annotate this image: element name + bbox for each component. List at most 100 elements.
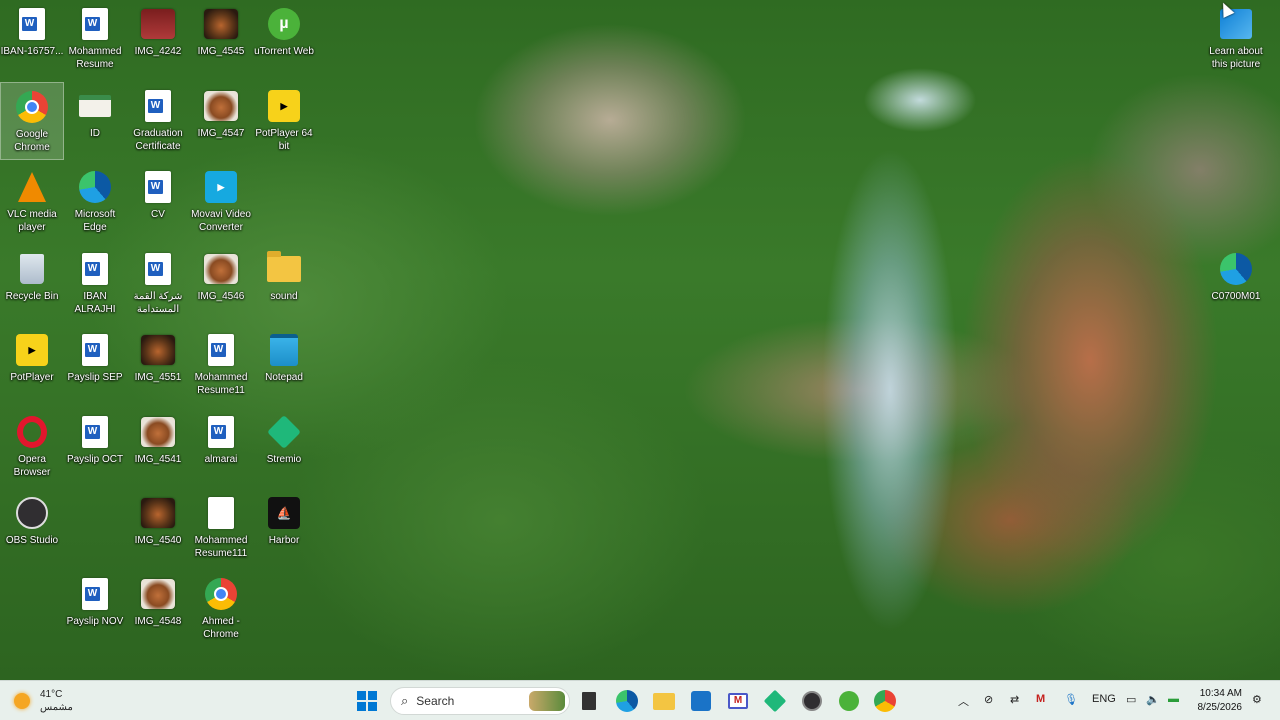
desktop-icon-obs-studio[interactable]: OBS Studio	[0, 489, 64, 567]
desktop-icon-stremio[interactable]: Stremio	[252, 408, 316, 486]
notification-center-icon[interactable]: ⚙	[1252, 693, 1262, 706]
taskbar-search-box[interactable]: ⌕ Search	[390, 687, 570, 715]
icon-label: Payslip SEP	[67, 372, 123, 383]
start-button[interactable]	[351, 685, 383, 717]
mail-tray-icon[interactable]: M	[1036, 693, 1045, 705]
volume-icon[interactable]: 🔈	[1146, 693, 1160, 706]
photo-thumbnail-icon	[140, 6, 176, 42]
icon-label: IMG_4541	[134, 454, 182, 465]
taskbar-stremio-button[interactable]	[759, 685, 791, 717]
icon-label: Notepad	[265, 372, 303, 383]
desktop-icon-c0700m01[interactable]: C0700M01	[1203, 245, 1269, 323]
word-doc-icon: W	[140, 251, 176, 287]
taskbar-gmail-button[interactable]: M	[722, 685, 754, 717]
icon-label: IMG_4551	[134, 372, 182, 383]
taskbar-clock[interactable]: 10:34 AM 8/25/2026	[1196, 687, 1243, 715]
taskbar-obs-button[interactable]	[796, 685, 828, 717]
desktop-icon-cv[interactable]: W CV	[126, 163, 190, 241]
desktop-icon-microsoft-edge[interactable]: Microsoft Edge	[63, 163, 127, 241]
weather-widget[interactable]: 41°C مشمس	[14, 688, 73, 714]
id-card-icon	[77, 88, 113, 124]
battery-icon[interactable]: ▬	[1168, 693, 1179, 705]
desktop-icon-mohammed-resume[interactable]: W Mohammed Resume	[63, 0, 127, 78]
icon-label: Google Chrome	[14, 129, 50, 153]
desktop-icon-img-4242[interactable]: IMG_4242	[126, 0, 190, 78]
desktop-icon-img-4547[interactable]: IMG_4547	[189, 82, 253, 160]
desktop-icon-payslip-sep[interactable]: W Payslip SEP	[63, 326, 127, 404]
desktop-icon-iban-alrajhi[interactable]: W IBAN ALRAJHI	[63, 245, 127, 323]
photo-thumbnail-icon	[140, 495, 176, 531]
taskbar-chrome-button[interactable]	[869, 685, 901, 717]
desktop-icon-almarai[interactable]: W almarai	[189, 408, 253, 486]
taskbar-edge-button[interactable]	[611, 685, 643, 717]
windows-logo-icon	[357, 691, 377, 711]
show-hidden-icons-chevron-icon[interactable]: ︿	[958, 693, 969, 709]
icon-label: Mohammed Resume111	[194, 535, 248, 559]
desktop-icon-recycle-bin[interactable]: Recycle Bin	[0, 245, 64, 323]
photo-thumbnail-icon	[203, 88, 239, 124]
obs-icon	[802, 691, 822, 711]
taskbar-file-explorer-button[interactable]	[648, 685, 680, 717]
sun-icon	[14, 693, 30, 709]
icon-label: Mohammed Resume11	[194, 372, 248, 396]
desktop-icon-img-4540[interactable]: IMG_4540	[126, 489, 190, 567]
desktop-icon-id[interactable]: ID	[63, 82, 127, 160]
desktop-icon-notepad[interactable]: Notepad	[252, 326, 316, 404]
icon-label: Graduation Certificate	[133, 128, 183, 152]
search-icon: ⌕	[401, 693, 409, 708]
desktop-icon-mohammed-resume111[interactable]: W Mohammed Resume111	[189, 489, 253, 567]
desktop-icon-arabic-doc[interactable]: W شركة القمة المستدامة	[126, 245, 190, 323]
mail-icon: M	[728, 693, 748, 709]
desktop-icon-ahmed-chrome[interactable]: Ahmed - Chrome	[189, 570, 253, 648]
desktop-icon-harbor[interactable]: ⛵ Harbor	[252, 489, 316, 567]
desktop-icon-movavi-video-converter[interactable]: ▶ Movavi Video Converter	[189, 163, 253, 241]
icon-label: Recycle Bin	[5, 291, 59, 302]
taskbar: 41°C مشمس ⌕ Search M ︿ ⊘ ⇄ M 🎙 ENG ▭ 🔈 ▬…	[0, 680, 1280, 720]
taskbar-store-button[interactable]	[685, 685, 717, 717]
notification-off-icon[interactable]: ⊘	[984, 693, 993, 706]
word-doc-icon: W	[140, 169, 176, 205]
desktop-icon-opera[interactable]: Opera Browser	[0, 408, 64, 486]
desktop-icon-img-4545[interactable]: IMG_4545	[189, 0, 253, 78]
microphone-icon[interactable]: 🎙	[1064, 693, 1078, 706]
network-icon[interactable]: ▭	[1126, 693, 1136, 706]
input-language[interactable]: ENG	[1092, 693, 1116, 705]
desktop-icon-img-4551[interactable]: IMG_4551	[126, 326, 190, 404]
desktop-icon-sound-folder[interactable]: sound	[252, 245, 316, 323]
icon-label: Movavi Video Converter	[191, 209, 251, 233]
movavi-icon: ▶	[203, 169, 239, 205]
desktop-icon-google-chrome[interactable]: Google Chrome	[0, 82, 64, 160]
icon-label: Learn about this picture	[1209, 46, 1263, 70]
photo-thumbnail-icon	[140, 332, 176, 368]
icon-label: Opera Browser	[13, 454, 51, 478]
blank-file-icon: W	[203, 495, 239, 531]
desktop-icon-utorrent-web[interactable]: µ uTorrent Web	[252, 0, 316, 78]
desktop-icon-iban-doc[interactable]: W IBAN-16757...	[0, 0, 64, 78]
usb-device-icon[interactable]: ⇄	[1010, 693, 1019, 706]
desktop-icon-payslip-nov[interactable]: W Payslip NOV	[63, 570, 127, 648]
desktop-icon-potplayer-64[interactable]: ▶ PotPlayer 64 bit	[252, 82, 316, 160]
icon-label: PotPlayer	[10, 372, 54, 383]
desktop-icon-img-4548[interactable]: IMG_4548	[126, 570, 190, 648]
taskbar-task-view-button[interactable]	[573, 685, 605, 717]
icon-label: almarai	[204, 454, 238, 465]
desktop-icon-mohammed-resume11[interactable]: W Mohammed Resume11	[189, 326, 253, 404]
icon-label: Stremio	[266, 454, 302, 465]
desktop-icon-graduation-certificate[interactable]: W Graduation Certificate	[126, 82, 190, 160]
taskbar-utorrent-button[interactable]	[833, 685, 865, 717]
icon-label: Payslip OCT	[66, 454, 124, 465]
icon-label: IBAN-16757...	[0, 46, 64, 57]
icon-label: OBS Studio	[5, 535, 59, 546]
desktop-icon-potplayer[interactable]: ▶ PotPlayer	[0, 326, 64, 404]
chrome-icon	[203, 576, 239, 612]
utorrent-icon	[839, 691, 859, 711]
desktop-icon-learn-about-picture[interactable]: Learn about this picture	[1203, 0, 1269, 78]
desktop-icon-img-4546[interactable]: IMG_4546	[189, 245, 253, 323]
photo-thumbnail-icon	[140, 414, 176, 450]
desktop-icon-vlc[interactable]: VLC media player	[0, 163, 64, 241]
word-doc-icon: W	[77, 332, 113, 368]
desktop-icon-payslip-oct[interactable]: W Payslip OCT	[63, 408, 127, 486]
icon-label: CV	[151, 209, 165, 220]
word-doc-icon: W	[140, 88, 176, 124]
desktop-icon-img-4541[interactable]: IMG_4541	[126, 408, 190, 486]
